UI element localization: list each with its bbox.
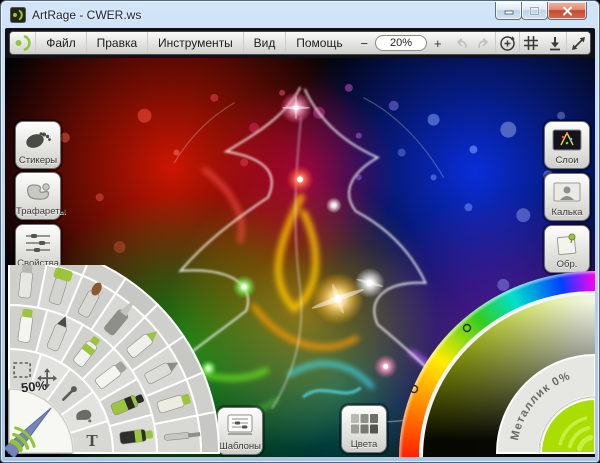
tracing-photo-icon: [545, 178, 589, 206]
menu-item-tools[interactable]: Инструменты: [148, 32, 243, 54]
menu-bar: Файл Правка Инструменты Вид Помощь − 20%…: [9, 31, 591, 55]
close-icon: [562, 6, 572, 15]
menu-item-file[interactable]: Файл: [36, 32, 86, 54]
zoom-value-field[interactable]: 20%: [375, 35, 428, 51]
title-bar[interactable]: ArtRage - CWER.ws: [5, 2, 595, 28]
app-icon: [10, 7, 26, 23]
presets-label: Шаблоны: [218, 441, 261, 452]
undo-button[interactable]: [449, 32, 472, 54]
tracing-button[interactable]: Калька: [544, 173, 590, 221]
menu-item-help[interactable]: Помощь: [286, 32, 352, 54]
close-button[interactable]: [547, 2, 587, 20]
menu-item-edit[interactable]: Правка: [87, 32, 148, 54]
fullscreen-button[interactable]: [567, 32, 590, 54]
color-picker[interactable]: Металлик 0%: [399, 271, 595, 457]
stencils-button[interactable]: Трафареты: [15, 172, 67, 220]
tracing-label: Калька: [551, 207, 583, 218]
menu-item-view[interactable]: Вид: [244, 32, 286, 54]
tool-size-value[interactable]: 50%: [20, 378, 47, 396]
stickers-label: Стикеры: [18, 155, 58, 166]
export-button[interactable]: [543, 32, 566, 54]
reset-rotation-button[interactable]: [496, 32, 519, 54]
reference-button[interactable]: Обр.: [544, 225, 590, 273]
zoom-controls: − 20% +: [353, 32, 448, 54]
colors-label: Цвета: [350, 439, 378, 450]
undo-icon: [456, 38, 467, 48]
zoom-out-button[interactable]: −: [353, 36, 375, 51]
artrage-logo-icon: [10, 32, 35, 54]
minimize-button[interactable]: [495, 2, 522, 20]
presets-button[interactable]: Шаблоны: [217, 407, 263, 455]
color-picker-overlay: Металлик 0%: [409, 323, 595, 454]
stencils-label: Трафареты: [16, 206, 67, 217]
grid-icon: [524, 36, 539, 50]
hue-marker[interactable]: [409, 384, 419, 394]
tool-picker-wheel[interactable]: T 50%: [5, 265, 220, 457]
window-title: ArtRage - CWER.ws: [32, 8, 142, 22]
svg-text:T: T: [86, 431, 98, 450]
colors-button[interactable]: Цвета: [341, 405, 387, 453]
minimize-icon: [504, 10, 513, 15]
reference-note-icon: [545, 230, 589, 258]
fullscreen-expand-icon: [572, 36, 586, 50]
luminance-marker[interactable]: [462, 323, 472, 333]
reference-label: Обр.: [556, 259, 578, 270]
settings-sliders-icon: [16, 229, 60, 257]
maximize-icon: [529, 6, 540, 15]
text-icon: T: [86, 431, 98, 450]
stickers-button[interactable]: Стикеры: [15, 121, 61, 169]
artrage-window: ArtRage - CWER.ws Файл Правка Инструмент…: [0, 0, 600, 463]
zoom-in-button[interactable]: +: [427, 36, 449, 51]
menu-row: Файл Правка Инструменты Вид Помощь − 20%…: [5, 28, 595, 58]
layers-icon: [545, 126, 589, 154]
presets-icon: [218, 412, 262, 440]
tool-wheel-graphic: T: [5, 265, 220, 457]
maximize-button[interactable]: [521, 2, 548, 20]
stencils-icon: [16, 177, 60, 205]
reset-rotation-icon: [500, 35, 515, 51]
export-download-icon: [549, 36, 560, 50]
color-swatches-icon: [342, 410, 386, 438]
layers-button[interactable]: Слои: [544, 121, 590, 169]
layers-label: Слои: [555, 155, 579, 166]
grid-button[interactable]: [520, 32, 543, 54]
redo-icon: [477, 38, 488, 48]
redo-button[interactable]: [472, 32, 495, 54]
canvas-area: Стикеры Трафареты Свойства Слои Калька О…: [5, 58, 595, 457]
stickers-icon: [16, 126, 60, 154]
